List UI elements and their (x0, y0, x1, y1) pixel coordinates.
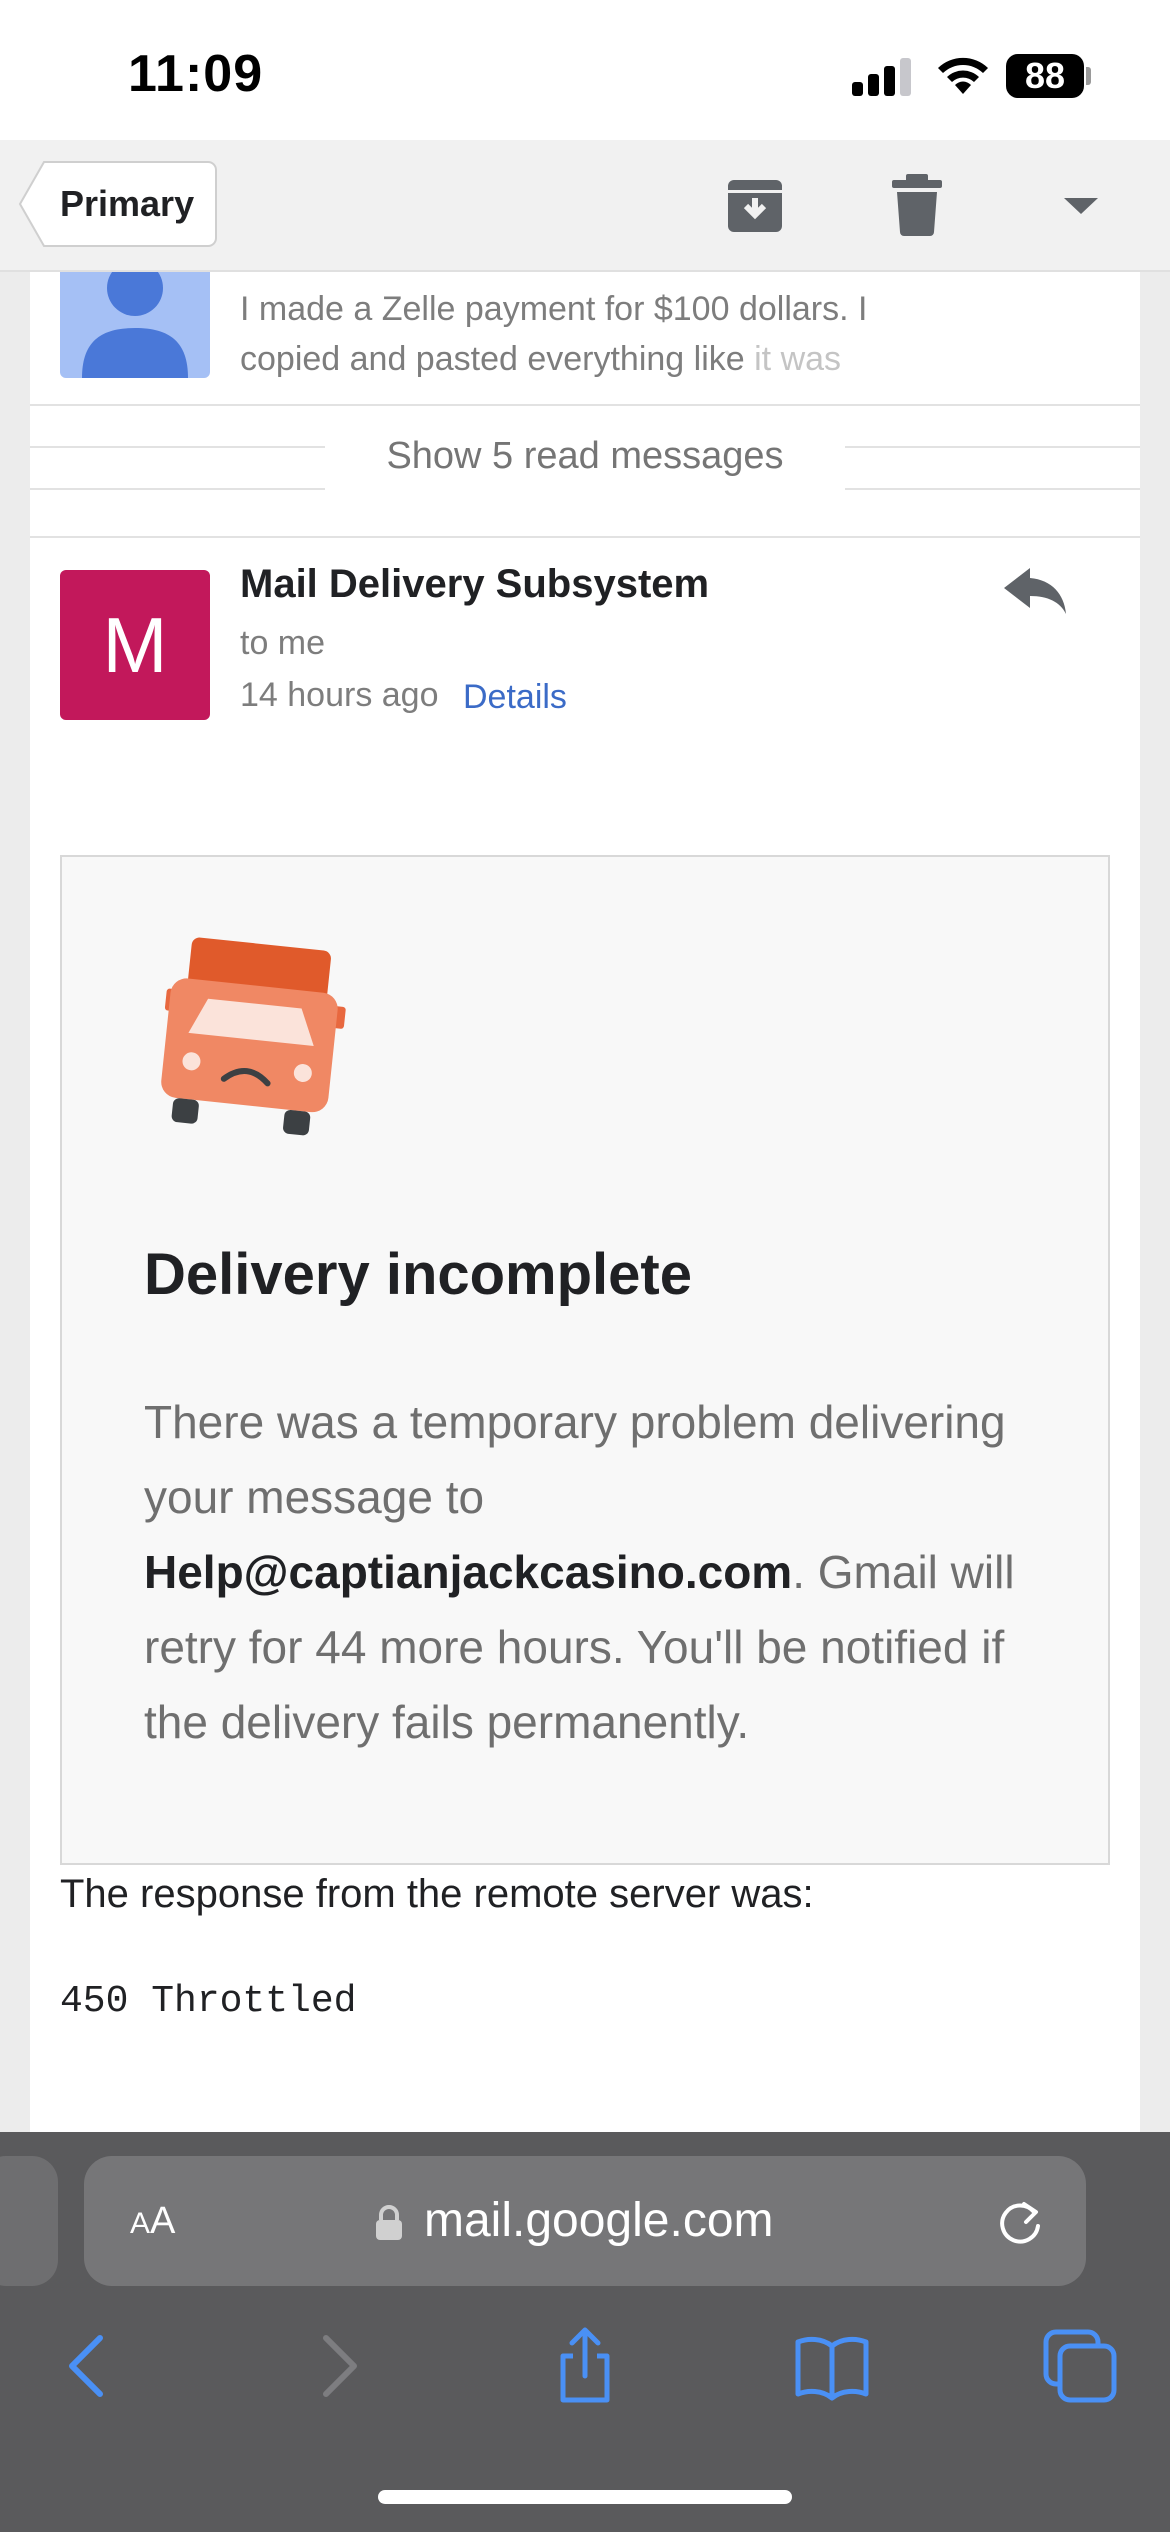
safari-bottom-bar: AA mail.google.com (0, 2132, 1170, 2532)
mail-card: I made a Zelle payment for $100 dollars.… (30, 272, 1140, 2132)
more-options-dropdown-icon[interactable] (1046, 170, 1116, 240)
show-read-label[interactable]: Show 5 read messages (325, 420, 845, 492)
person-icon (82, 272, 188, 378)
back-icon[interactable] (48, 2326, 128, 2406)
snippet-line-2-faded: it was (754, 340, 842, 378)
tabs-icon[interactable] (1040, 2326, 1120, 2406)
bookmarks-icon[interactable] (792, 2326, 872, 2406)
status-bar: 11:09 88 (0, 0, 1170, 140)
show-read-container: Show 5 read messages (30, 420, 1140, 492)
snippet-line-2: copied and pasted everything like it was (240, 334, 940, 384)
lock-icon (376, 2205, 402, 2240)
divider (30, 536, 1140, 538)
back-button-label: Primary (60, 183, 195, 224)
gmail-message-page: 11:09 88 Primary I made a Zelle payment … (0, 0, 1170, 2532)
back-to-primary-button[interactable]: Primary (18, 160, 218, 248)
previous-sender-avatar (60, 272, 210, 378)
aa-small: A (130, 2207, 151, 2240)
aa-large: A (150, 2200, 176, 2242)
snippet-line-2-main: copied and pasted everything like (240, 340, 755, 378)
battery-cap (1086, 67, 1091, 85)
gmail-toolbar: Primary (0, 140, 1170, 272)
wifi-icon (938, 57, 988, 94)
reload-icon[interactable] (994, 2196, 1046, 2248)
previous-message-snippet[interactable]: I made a Zelle payment for $100 dollars.… (240, 284, 940, 384)
notice-body: There was a temporary problem delivering… (144, 1385, 1044, 1760)
battery-icon: 88 (1006, 54, 1084, 98)
previous-tab-peek[interactable] (0, 2156, 58, 2286)
divider (30, 404, 1140, 406)
text-size-button[interactable]: AA (130, 2156, 175, 2286)
delivery-notice-box: Delivery incomplete There was a temporar… (60, 855, 1110, 1865)
snippet-line-1: I made a Zelle payment for $100 dollars.… (240, 290, 868, 328)
recipient-label[interactable]: to me (240, 624, 325, 663)
status-time: 11:09 (128, 45, 264, 103)
notice-body-start: There was a temporary problem delivering… (144, 1396, 1006, 1523)
failed-recipient-email: Help@captianjackcasino.com (144, 1546, 793, 1598)
sender-name: Mail Delivery Subsystem (240, 562, 710, 606)
remote-response-label: The response from the remote server was: (60, 1872, 814, 1916)
url-text[interactable]: mail.google.com (424, 2156, 774, 2286)
reply-icon[interactable] (1000, 562, 1070, 618)
home-indicator[interactable] (378, 2490, 792, 2504)
sender-avatar: M (60, 570, 210, 720)
message-time: 14 hours ago (240, 676, 439, 714)
notice-title: Delivery incomplete (144, 1242, 692, 1307)
share-icon[interactable] (545, 2326, 625, 2406)
address-bar[interactable]: AA mail.google.com (84, 2156, 1086, 2286)
remote-response-code: 450 Throttled (60, 1980, 357, 2023)
forward-icon[interactable] (298, 2326, 378, 2406)
sad-truck-icon (161, 937, 346, 1136)
details-link[interactable]: Details (463, 678, 567, 717)
trash-icon[interactable] (882, 170, 952, 240)
archive-icon[interactable] (720, 170, 790, 240)
cellular-signal-icon (852, 58, 914, 96)
mail-thread[interactable]: I made a Zelle payment for $100 dollars.… (0, 272, 1170, 2132)
